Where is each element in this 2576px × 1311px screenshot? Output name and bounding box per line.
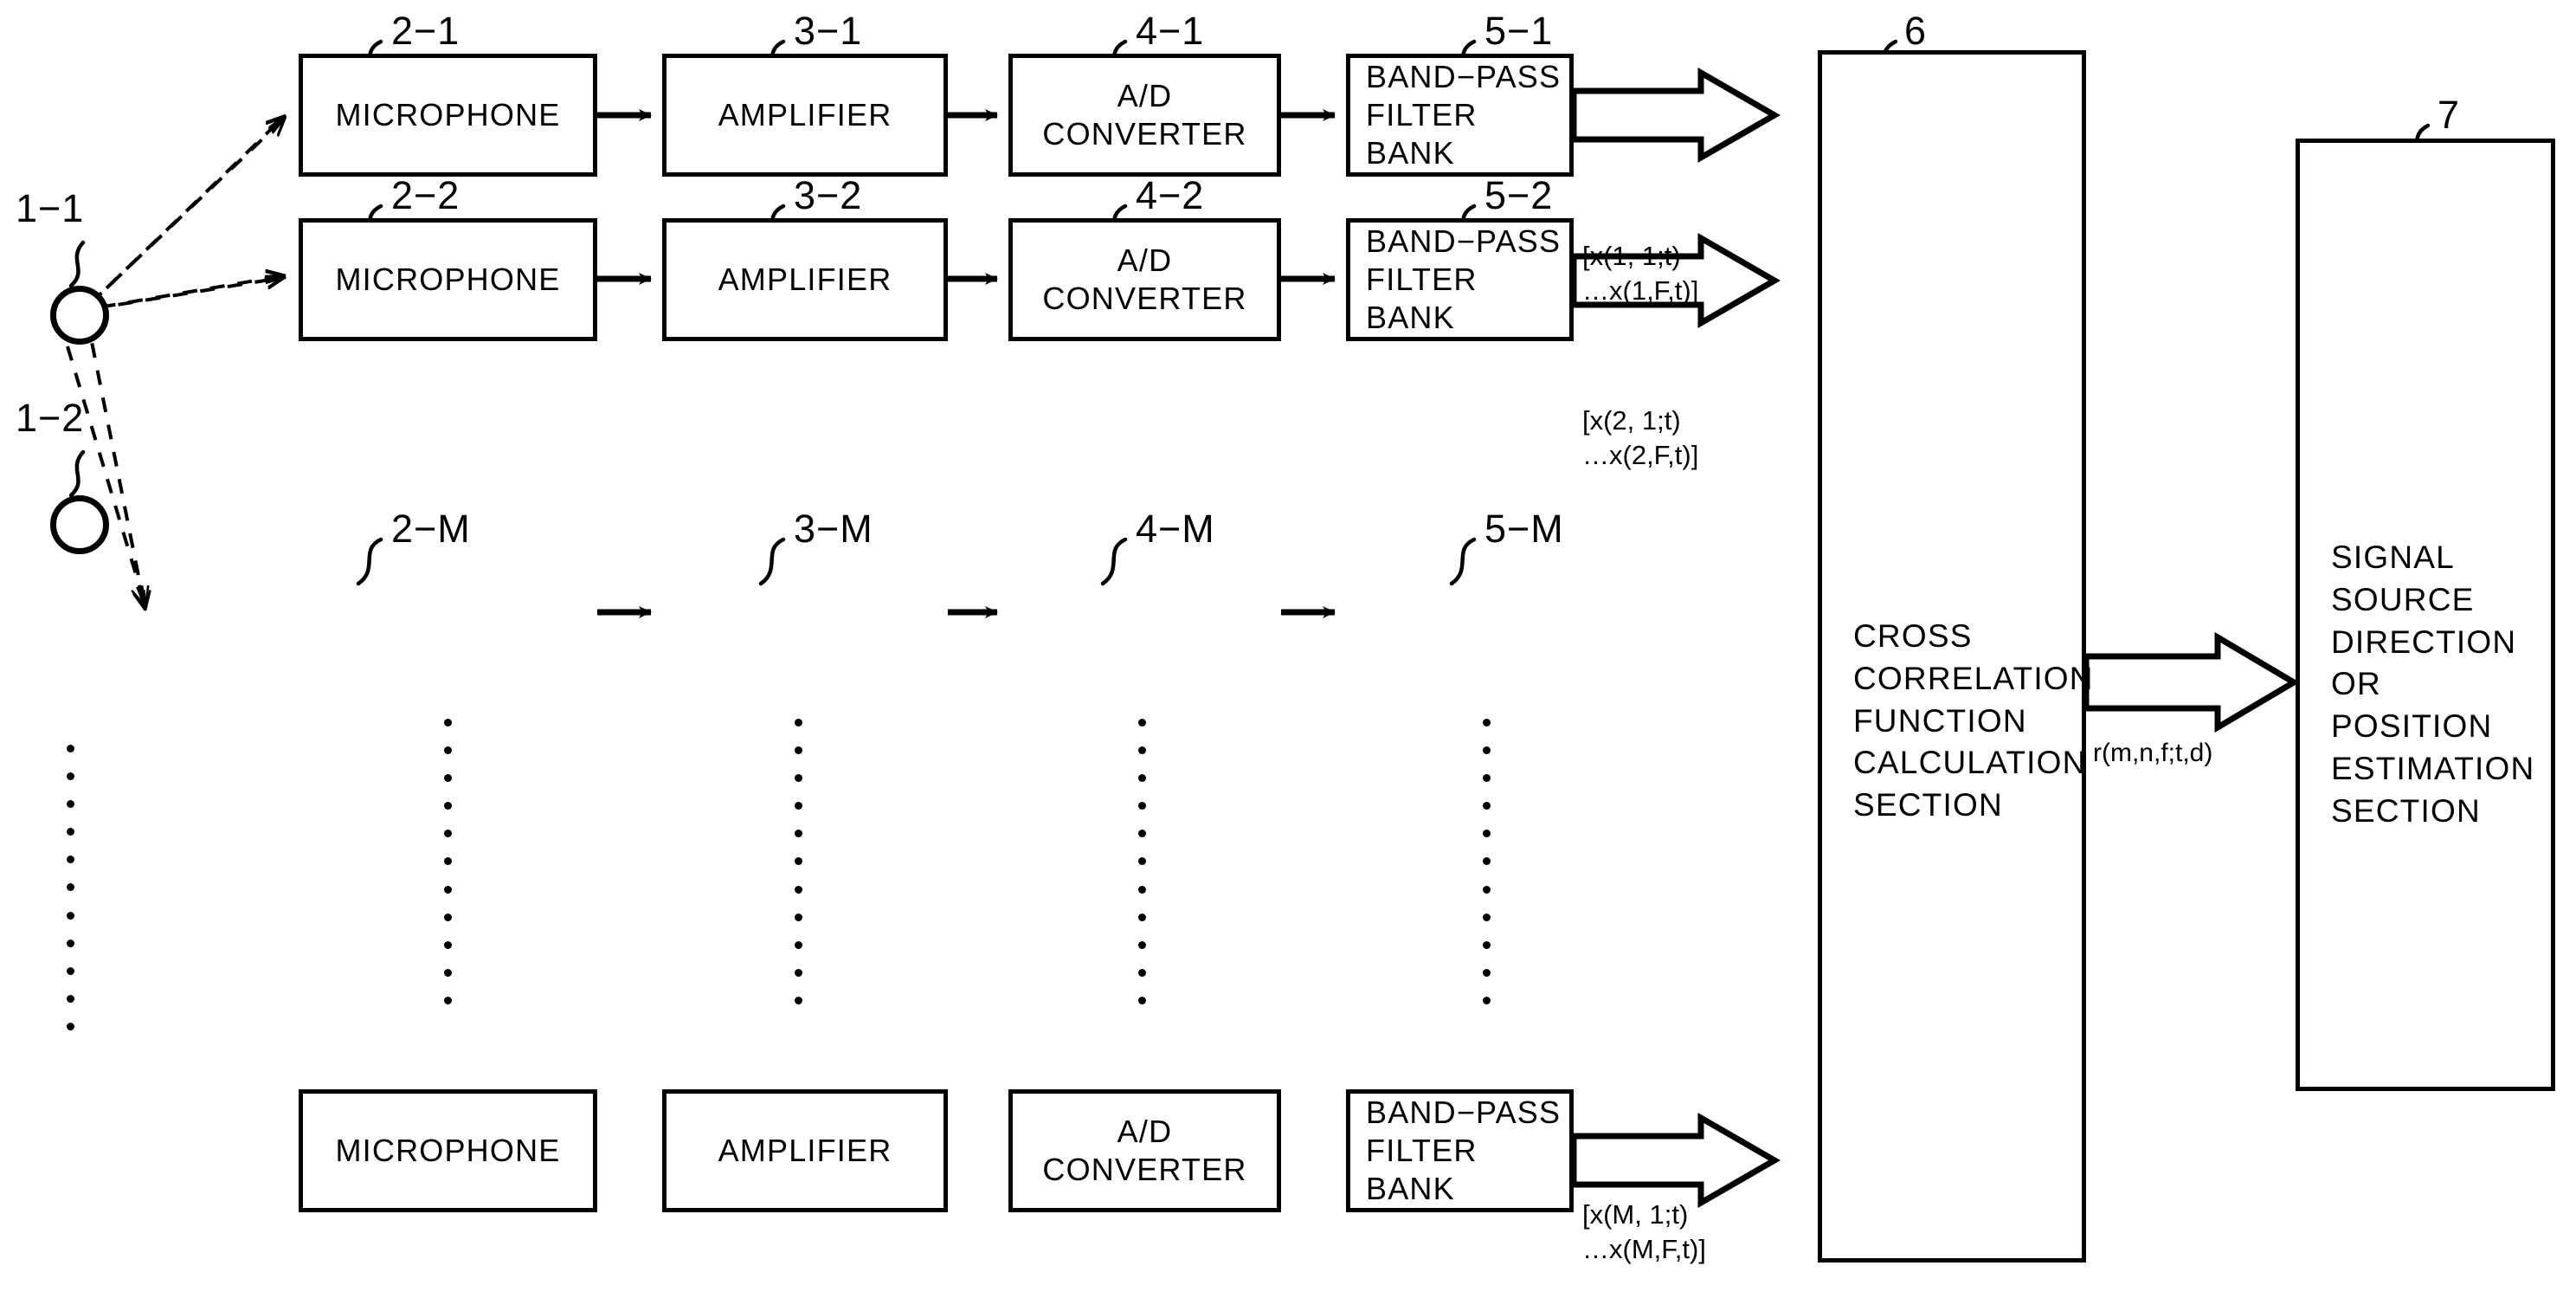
adc-label-row-m: A/D CONVERTER: [1042, 1114, 1247, 1187]
ref-5-1: 5−1: [1484, 9, 1554, 53]
bpf-block-row-m[interactable]: BAND−PASS FILTER BANK: [1346, 1089, 1574, 1212]
ref-1-1: 1−1: [16, 186, 85, 230]
cross-correlation-section-label: CROSS CORRELATION FUNCTION CALCULATION S…: [1853, 618, 2094, 823]
correlation-output-signal-label: r(m,n,f;t,d): [2093, 739, 2213, 767]
ref-1-2: 1−2: [16, 396, 85, 440]
ref-2-1: 2−1: [391, 9, 460, 53]
signal-label-row-1: [x(1, 1;t) …x(1,F,t)]: [1582, 241, 1699, 307]
figure-canvas: 1−1 1−2 2−1 3−1 4−1 5−1 2−2 3−2 4−2 5−2 …: [0, 0, 2576, 1311]
vdots-bpfs: [1480, 719, 1492, 1004]
amplifier-label-row-2: AMPLIFIER: [718, 262, 892, 298]
leader-1-1: [68, 240, 86, 288]
leader-2-m: [356, 537, 383, 586]
ref-3-m: 3−M: [794, 507, 873, 551]
bpf-block-row-1[interactable]: BAND−PASS FILTER BANK: [1346, 54, 1574, 177]
bpf-label-row-1: BAND−PASS FILTER BANK: [1366, 59, 1562, 171]
microphone-label-row-2: MICROPHONE: [335, 262, 561, 298]
ref-5-2: 5−2: [1484, 173, 1554, 217]
amplifier-label-row-m: AMPLIFIER: [718, 1133, 892, 1169]
bpf-label-row-m: BAND−PASS FILTER BANK: [1366, 1095, 1562, 1206]
ref-7: 7: [2438, 93, 2461, 137]
row-1-bus-arrow: [1570, 67, 1781, 164]
leader-3-m: [758, 537, 786, 586]
microphone-label-row-m: MICROPHONE: [335, 1133, 561, 1169]
microphone-label-row-1: MICROPHONE: [335, 97, 561, 133]
signal-label-row-2: [x(2, 1;t) …x(2,F,t)]: [1582, 405, 1699, 471]
vdots-amplifiers: [792, 719, 804, 1004]
source-1-propagation-paths: [85, 115, 287, 610]
microphone-block-row-m[interactable]: MICROPHONE: [299, 1089, 597, 1212]
adc-block-row-1[interactable]: A/D CONVERTER: [1008, 54, 1281, 177]
ref-4-m: 4−M: [1136, 507, 1215, 551]
ref-6: 6: [1904, 9, 1928, 53]
ref-3-1: 3−1: [794, 9, 863, 53]
ref-2-2: 2−2: [391, 173, 460, 217]
vdots-microphones: [441, 719, 454, 1004]
signal-label-row-m: [x(M, 1;t) …x(M,F,t)]: [1582, 1199, 1706, 1265]
adc-block-row-2[interactable]: A/D CONVERTER: [1008, 218, 1281, 341]
amplifier-block-row-m[interactable]: AMPLIFIER: [662, 1089, 948, 1212]
row-m-bus-arrow: [1570, 1112, 1781, 1209]
ref-4-2: 4−2: [1136, 173, 1205, 217]
amplifier-label-row-1: AMPLIFIER: [718, 97, 892, 133]
signal-source-2-circle: [50, 495, 109, 554]
adc-label-row-1: A/D CONVERTER: [1042, 78, 1247, 152]
ref-4-1: 4−1: [1136, 9, 1205, 53]
vdots-sources: [64, 745, 76, 1030]
ref-2-m: 2−M: [391, 507, 471, 551]
adc-block-row-m[interactable]: A/D CONVERTER: [1008, 1089, 1281, 1212]
leader-5-m: [1449, 537, 1477, 586]
ref-3-2: 3−2: [794, 173, 863, 217]
signal-source-1-circle: [50, 286, 109, 345]
estimation-section-label: SIGNAL SOURCE DIRECTION OR POSITION ESTI…: [2331, 539, 2535, 829]
estimation-section-block[interactable]: SIGNAL SOURCE DIRECTION OR POSITION ESTI…: [2296, 139, 2555, 1091]
correlation-output-arrow: [2083, 631, 2300, 733]
adc-label-row-2: A/D CONVERTER: [1042, 242, 1247, 316]
amplifier-block-row-2[interactable]: AMPLIFIER: [662, 218, 948, 341]
microphone-block-row-1[interactable]: MICROPHONE: [299, 54, 597, 177]
cross-correlation-section-block[interactable]: CROSS CORRELATION FUNCTION CALCULATION S…: [1818, 50, 2093, 1263]
leader-4-m: [1100, 537, 1128, 586]
bpf-label-row-2: BAND−PASS FILTER BANK: [1366, 223, 1562, 335]
ref-5-m: 5−M: [1484, 507, 1564, 551]
amplifier-block-row-1[interactable]: AMPLIFIER: [662, 54, 948, 177]
bpf-block-row-2[interactable]: BAND−PASS FILTER BANK: [1346, 218, 1574, 341]
leader-1-2: [68, 449, 86, 498]
vdots-adcs: [1136, 719, 1148, 1004]
microphone-block-row-2[interactable]: MICROPHONE: [299, 218, 597, 341]
